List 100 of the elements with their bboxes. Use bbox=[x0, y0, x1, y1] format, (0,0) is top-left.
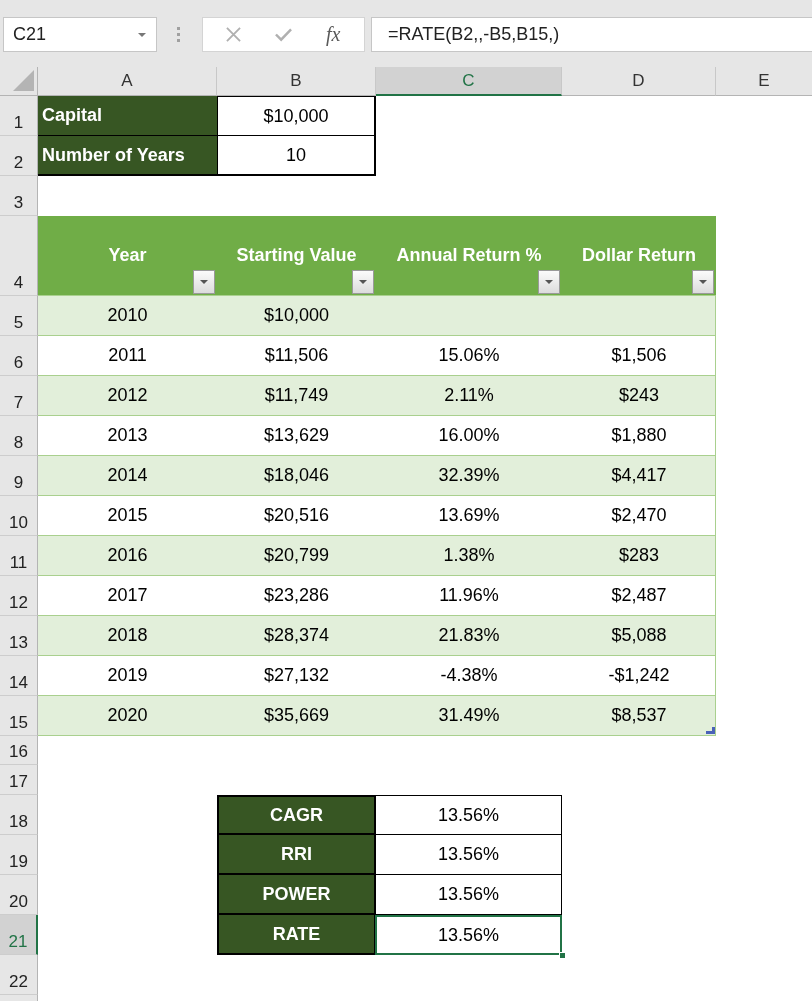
row-header[interactable]: 10 bbox=[0, 496, 38, 536]
table-cell: $11,749 bbox=[264, 385, 329, 406]
result-label: POWER bbox=[217, 875, 376, 915]
name-box[interactable]: C21 bbox=[3, 17, 157, 52]
row-header[interactable]: 18 bbox=[0, 795, 38, 835]
column-header[interactable]: E bbox=[716, 67, 812, 96]
row-header bbox=[0, 995, 38, 1001]
table-cell: $20,516 bbox=[263, 505, 330, 526]
input-label: Capital bbox=[38, 96, 217, 136]
caret-down-icon bbox=[699, 280, 707, 284]
triangle-icon bbox=[13, 70, 34, 91]
table-cell: $18,046 bbox=[263, 465, 330, 486]
result-value[interactable]: 13.56% bbox=[375, 915, 562, 955]
row-header[interactable]: 5 bbox=[0, 296, 38, 336]
row-header[interactable]: 6 bbox=[0, 336, 38, 376]
result-value[interactable]: 13.56% bbox=[376, 795, 562, 835]
table-cell: $243 bbox=[618, 385, 659, 406]
column-header[interactable]: B bbox=[217, 67, 376, 96]
table-cell: 2014 bbox=[107, 465, 148, 486]
formula-field[interactable]: =RATE(B2,,-B5,B15,) bbox=[371, 17, 812, 52]
row-header[interactable]: 20 bbox=[0, 875, 38, 915]
row-header[interactable]: 14 bbox=[0, 656, 38, 696]
table-cell: $35,669 bbox=[263, 705, 330, 726]
table-cell: 2020 bbox=[107, 705, 148, 726]
result-value[interactable]: 13.56% bbox=[376, 875, 562, 915]
fill-handle[interactable] bbox=[559, 952, 566, 959]
input-value: 10 bbox=[217, 136, 376, 176]
table-cell: $23,286 bbox=[263, 585, 330, 606]
resize-handle-icon[interactable] bbox=[706, 727, 715, 734]
table-cell: $1,880 bbox=[611, 425, 667, 446]
filter-button[interactable] bbox=[692, 270, 714, 294]
row-header[interactable]: 15 bbox=[0, 696, 38, 736]
column-title: Annual Return % bbox=[396, 245, 542, 266]
column-header[interactable]: A bbox=[38, 67, 217, 96]
row-header[interactable]: 22 bbox=[0, 955, 38, 995]
row-header[interactable]: 4 bbox=[0, 216, 38, 296]
row-header[interactable]: 12 bbox=[0, 576, 38, 616]
caret-down-icon bbox=[359, 280, 367, 284]
table-cell: -4.38% bbox=[440, 665, 498, 686]
filter-button[interactable] bbox=[538, 270, 560, 294]
table-cell: $11,506 bbox=[264, 345, 329, 366]
table-cell: 16.00% bbox=[438, 425, 500, 446]
table-cell: 2011 bbox=[108, 345, 147, 366]
table-cell: 31.49% bbox=[438, 705, 500, 726]
table-cell: 15.06% bbox=[438, 345, 500, 366]
column-title: Starting Value bbox=[236, 245, 357, 266]
column-title: Dollar Return bbox=[582, 245, 696, 266]
table-cell: 2017 bbox=[107, 585, 148, 606]
grip-icon bbox=[177, 27, 180, 42]
table-cell: 2013 bbox=[107, 425, 148, 446]
table-cell: $27,132 bbox=[263, 665, 330, 686]
row-header[interactable]: 16 bbox=[0, 736, 38, 765]
column-header[interactable]: D bbox=[562, 67, 716, 96]
check-icon bbox=[275, 27, 292, 42]
table-cell: 21.83% bbox=[438, 625, 500, 646]
input-value: $10,000 bbox=[217, 96, 376, 136]
table-cell: $8,537 bbox=[611, 705, 667, 726]
row-header[interactable]: 1 bbox=[0, 96, 38, 136]
close-icon bbox=[225, 27, 243, 42]
table-cell: $20,799 bbox=[263, 545, 330, 566]
row-header[interactable]: 9 bbox=[0, 456, 38, 496]
row-header[interactable]: 11 bbox=[0, 536, 38, 576]
result-label: RATE bbox=[217, 915, 376, 955]
table-cell: $2,487 bbox=[611, 585, 667, 606]
table-cell: $5,088 bbox=[611, 625, 667, 646]
table-cell: 2012 bbox=[107, 385, 148, 406]
table-cell: 2019 bbox=[107, 665, 148, 686]
table-cell: 2.11% bbox=[444, 385, 494, 406]
caret-down-icon bbox=[545, 280, 553, 284]
result-label: RRI bbox=[217, 835, 376, 875]
table-cell: $28,374 bbox=[263, 625, 330, 646]
table-cell: $13,629 bbox=[263, 425, 330, 446]
table-cell: 2016 bbox=[107, 545, 148, 566]
table-cell: 2015 bbox=[107, 505, 148, 526]
table-cell: 2010 bbox=[107, 305, 148, 326]
column-title: Year bbox=[108, 245, 147, 266]
row-header[interactable]: 7 bbox=[0, 376, 38, 416]
row-header[interactable]: 2 bbox=[0, 136, 38, 176]
row-header[interactable]: 8 bbox=[0, 416, 38, 456]
result-value[interactable]: 13.56% bbox=[376, 835, 562, 875]
table-cell: $10,000 bbox=[263, 305, 330, 326]
filter-button[interactable] bbox=[193, 270, 215, 294]
table-cell: 2018 bbox=[107, 625, 148, 646]
table-cell: $283 bbox=[618, 545, 659, 566]
table-cell: $1,506 bbox=[611, 345, 667, 366]
table-cell: 1.38% bbox=[443, 545, 495, 566]
table-cell: 11.96% bbox=[439, 585, 499, 606]
column-header[interactable]: C bbox=[376, 67, 562, 96]
row-header[interactable]: 19 bbox=[0, 835, 38, 875]
row-header[interactable]: 13 bbox=[0, 616, 38, 656]
table-cell: 13.69% bbox=[438, 505, 500, 526]
caret-down-icon bbox=[200, 280, 208, 284]
row-header[interactable]: 21 bbox=[0, 915, 38, 955]
filter-button[interactable] bbox=[352, 270, 374, 294]
table-cell: 32.39% bbox=[438, 465, 500, 486]
row-header[interactable]: 17 bbox=[0, 765, 38, 795]
row-header[interactable]: 3 bbox=[0, 176, 38, 216]
table-cell: -$1,242 bbox=[608, 665, 670, 686]
insert-function-button[interactable]: fx bbox=[315, 19, 352, 50]
table-cell: $4,417 bbox=[611, 465, 667, 486]
